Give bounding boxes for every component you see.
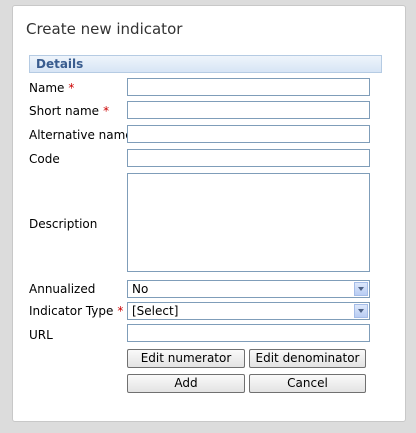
edit-numerator-button[interactable]: Edit numerator: [127, 349, 245, 368]
create-indicator-dialog: Create new indicator Details Name * Short…: [12, 5, 406, 422]
short-name-label-text: Short name: [29, 104, 100, 118]
required-marker: *: [68, 81, 75, 95]
name-label-text: Name: [29, 81, 65, 95]
edit-denominator-button[interactable]: Edit denominator: [249, 349, 366, 368]
short-name-input[interactable]: [127, 101, 370, 119]
indicator-type-label-text: Indicator Type: [29, 304, 114, 318]
cancel-button[interactable]: Cancel: [249, 374, 366, 393]
url-label: URL: [29, 328, 53, 342]
annualized-label: Annualized: [29, 282, 96, 296]
details-section-title: Details: [36, 57, 84, 71]
name-input[interactable]: [127, 78, 370, 96]
annualized-select[interactable]: No: [127, 280, 370, 298]
indicator-type-select[interactable]: [Select]: [127, 302, 370, 320]
url-input[interactable]: [127, 324, 370, 342]
indicator-type-selected-value: [Select]: [132, 304, 179, 318]
required-marker: *: [103, 104, 110, 118]
alternative-name-input[interactable]: [127, 125, 370, 143]
name-label: Name *: [29, 81, 74, 95]
details-section-header: Details: [29, 55, 382, 73]
alternative-name-label: Alternative name: [29, 128, 133, 142]
description-textarea[interactable]: [127, 173, 370, 272]
dialog-title: Create new indicator: [26, 20, 183, 38]
description-label: Description: [29, 217, 98, 231]
dropdown-arrow-icon[interactable]: [354, 282, 368, 296]
add-button[interactable]: Add: [127, 374, 245, 393]
indicator-type-label: Indicator Type *: [29, 304, 123, 318]
required-marker: *: [117, 304, 124, 318]
short-name-label: Short name *: [29, 104, 109, 118]
code-input[interactable]: [127, 149, 370, 167]
dropdown-arrow-icon[interactable]: [354, 304, 368, 318]
code-label: Code: [29, 152, 60, 166]
annualized-selected-value: No: [132, 282, 149, 296]
